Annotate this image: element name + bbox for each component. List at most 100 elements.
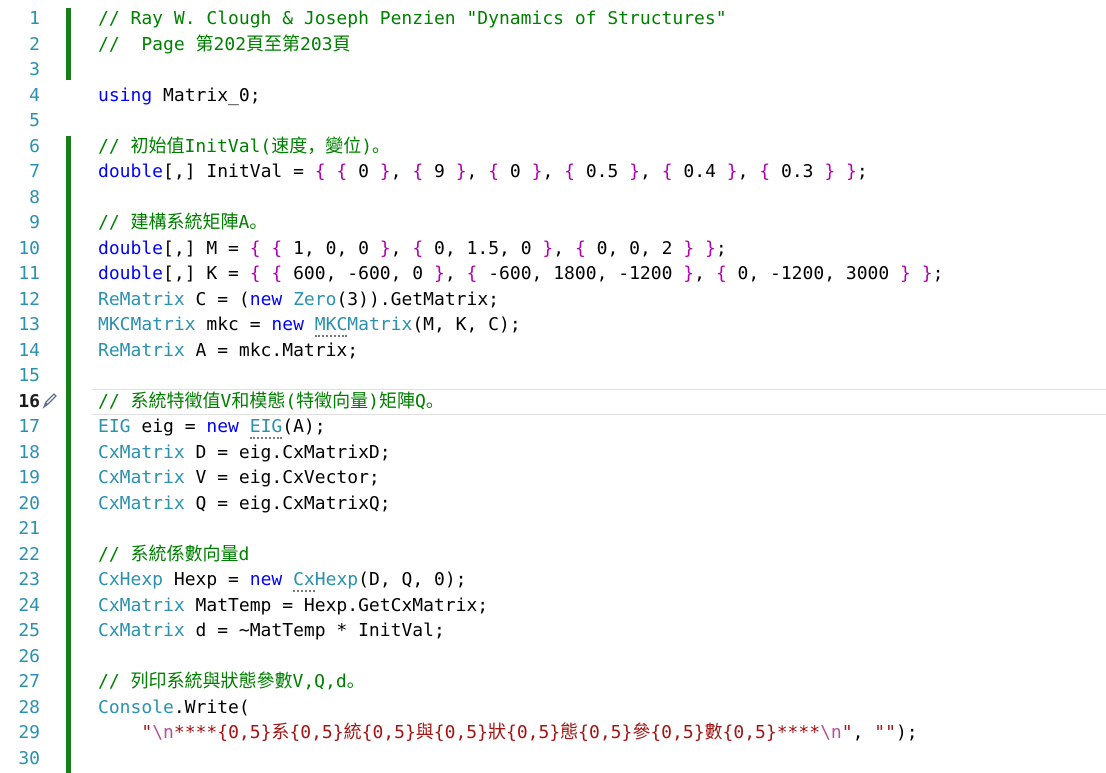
code-token: // 系統特徵值V和模態(特徵向量)矩陣Q。 (98, 390, 444, 412)
code-line[interactable]: 7 double[,] InitVal = { { 0 }, { 9 }, { 0… (0, 159, 1106, 185)
code-token: eig = (130, 416, 207, 437)
code-line[interactable]: 29 "\n****{0,5}系{0,5}統{0,5}與{0,5}狀{0,5}態… (0, 720, 1106, 746)
code-line[interactable]: 5 (0, 108, 1106, 134)
pencil-icon[interactable] (42, 391, 58, 409)
code-text[interactable]: double[,] K = { { 600, -600, 0 }, { -600… (98, 261, 943, 287)
code-line[interactable]: 4 using Matrix_0; (0, 83, 1106, 109)
code-text[interactable]: // 初始值InitVal(速度，變位)。 (98, 134, 390, 160)
code-line[interactable]: 1 // Ray W. Clough & Joseph Penzien "Dyna… (0, 6, 1106, 32)
code-text[interactable]: EIG eig = new EIG(A); (98, 414, 326, 440)
code-line[interactable]: 9 // 建構系統矩陣A。 (0, 210, 1106, 236)
code-token: \n (152, 722, 174, 743)
code-token: Zero (293, 288, 337, 310)
code-token: ReMatrix (98, 288, 185, 310)
code-token: } } (889, 263, 933, 284)
code-text[interactable]: // 建構系統矩陣A。 (98, 210, 267, 236)
code-text[interactable]: Console.Write( (98, 695, 250, 721)
code-token: ****{0,5}系{0,5}統{0,5}與{0,5}狀{0,5}態{0,5}參… (173, 722, 821, 743)
code-text[interactable]: // 列印系統與狀態參數V,Q,d。 (98, 669, 365, 695)
code-line[interactable]: 21 (0, 516, 1106, 542)
code-token: D = eig.CxMatrixD; (184, 441, 391, 463)
code-line[interactable]: 22 // 系統係數向量d (0, 542, 1106, 568)
code-line[interactable]: 2 // Page 第202頁至第203頁 (0, 32, 1106, 58)
code-text[interactable]: // Page 第202頁至第203頁 (98, 32, 351, 58)
code-token: MKCMatrix (98, 314, 196, 335)
code-text[interactable]: double[,] M = { { 1, 0, 0 }, { 0, 1.5, 0… (98, 236, 727, 262)
code-token: , (390, 237, 413, 259)
code-line[interactable]: 30 (0, 746, 1106, 772)
code-line[interactable]: 16 // 系統特徵值V和模態(特徵向量)矩陣Q。 (0, 388, 1106, 415)
code-text[interactable]: CxMatrix V = eig.CxVector; (98, 465, 380, 491)
code-token: { (412, 237, 435, 259)
code-line[interactable]: 6 // 初始值InitVal(速度，變位)。 (0, 134, 1106, 160)
code-text[interactable]: CxMatrix Q = eig.CxMatrixQ; (98, 491, 391, 517)
line-number: 5 (29, 110, 40, 131)
code-line[interactable]: 10 double[,] M = { { 1, 0, 0 }, { 0, 1.5,… (0, 236, 1106, 262)
code-text[interactable]: CxMatrix D = eig.CxMatrixD; (98, 440, 391, 466)
code-token: , (694, 263, 716, 284)
line-number: 26 (18, 645, 40, 667)
code-text[interactable]: ReMatrix A = mkc.Matrix; (98, 338, 358, 364)
code-token: V = eig.CxVector; (184, 467, 380, 488)
line-number: 21 (18, 518, 40, 539)
line-number: 22 (18, 543, 40, 565)
code-token: double (98, 237, 164, 259)
code-text[interactable]: // 系統特徵值V和模態(特徵向量)矩陣Q。 (98, 389, 444, 415)
code-text[interactable]: using Matrix_0; (98, 83, 261, 109)
code-text[interactable]: // Ray W. Clough & Joseph Penzien "Dynam… (98, 6, 727, 32)
code-token: 0.3 (780, 161, 814, 182)
code-line[interactable]: 24 CxMatrix MatTemp = Hexp.GetCxMatrix; (0, 593, 1106, 619)
code-line[interactable]: 3 (0, 57, 1106, 83)
code-text[interactable]: CxHexp Hexp = new CxHexp(D, Q, 0); (98, 567, 467, 593)
code-token: { (466, 263, 489, 284)
code-line[interactable]: 26 (0, 644, 1106, 670)
code-line[interactable]: 23 CxHexp Hexp = new CxHexp(D, Q, 0); (0, 567, 1106, 593)
code-token: } (672, 263, 695, 284)
code-token: // 系統係數向量d (98, 543, 250, 565)
code-token: { (661, 161, 684, 182)
code-token: { (488, 161, 510, 182)
line-number: 30 (18, 747, 40, 769)
code-line[interactable]: 27 // 列印系統與狀態參數V,Q,d。 (0, 669, 1106, 695)
code-line[interactable]: 28 Console.Write( (0, 695, 1106, 721)
code-line[interactable]: 19 CxMatrix V = eig.CxVector; (0, 465, 1106, 491)
code-line[interactable]: 20 CxMatrix Q = eig.CxMatrixQ; (0, 491, 1106, 517)
code-token: MKC (314, 314, 348, 337)
code-line[interactable]: 25 CxMatrix d = ~MatTemp * InitVal; (0, 618, 1106, 644)
code-token: ReMatrix (98, 339, 185, 361)
code-line[interactable]: 14 ReMatrix A = mkc.Matrix; (0, 338, 1106, 364)
code-token: new (206, 416, 239, 437)
code-token: { (715, 263, 738, 284)
line-number: 6 (29, 135, 40, 157)
code-line[interactable]: 8 (0, 185, 1106, 211)
code-text[interactable]: "\n****{0,5}系{0,5}統{0,5}與{0,5}狀{0,5}態{0,… (98, 720, 917, 746)
code-token: [,] K = (163, 263, 250, 284)
code-token: } (520, 161, 543, 182)
code-line[interactable]: 13 MKCMatrix mkc = new MKCMatrix(M, K, C)… (0, 312, 1106, 338)
code-token: 0.4 (683, 161, 716, 182)
code-text[interactable]: // 系統係數向量d (98, 542, 249, 568)
line-number: 24 (18, 594, 40, 616)
code-text[interactable]: MKCMatrix mkc = new MKCMatrix(M, K, C); (98, 312, 521, 338)
code-text[interactable]: double[,] InitVal = { { 0 }, { 9 }, { 0 … (98, 159, 868, 185)
code-line[interactable]: 17 EIG eig = new EIG(A); (0, 414, 1106, 440)
code-token: , (737, 161, 760, 182)
code-line[interactable]: 18 CxMatrix D = eig.CxMatrixD; (0, 440, 1106, 466)
code-text[interactable]: CxMatrix d = ~MatTemp * InitVal; (98, 618, 445, 644)
code-text[interactable]: CxMatrix MatTemp = Hexp.GetCxMatrix; (98, 593, 488, 619)
code-token: } (368, 237, 391, 259)
code-line[interactable]: 12 ReMatrix C = (new Zero(3)).GetMatrix; (0, 287, 1106, 313)
line-number: 3 (29, 59, 40, 80)
code-token: { { (249, 237, 294, 259)
code-token: { (759, 161, 781, 182)
code-line[interactable]: 15 (0, 363, 1106, 389)
code-token: , (640, 161, 662, 182)
code-token: 0, 1.5, 0 (434, 237, 532, 259)
code-token: } (531, 237, 554, 259)
code-token: { { (314, 161, 359, 182)
code-text[interactable]: ReMatrix C = (new Zero(3)).GetMatrix; (98, 287, 499, 313)
code-line[interactable]: 11 double[,] K = { { 600, -600, 0 }, { -6… (0, 261, 1106, 287)
code-editor[interactable]: 1 // Ray W. Clough & Joseph Penzien "Dyna… (0, 0, 1106, 773)
code-token: \n (820, 722, 842, 743)
line-number: 23 (18, 569, 40, 590)
